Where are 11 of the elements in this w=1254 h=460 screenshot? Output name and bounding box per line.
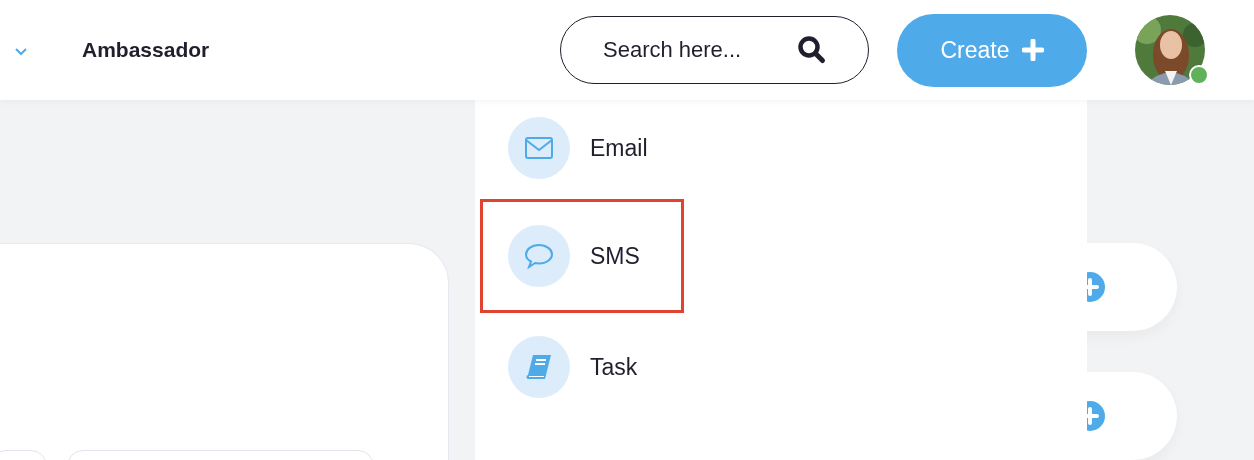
plus-icon <box>1021 39 1044 61</box>
speech-bubble-icon <box>524 243 554 269</box>
page-title: Ambassador <box>82 38 210 62</box>
search-field[interactable]: Search here... <box>560 16 869 84</box>
menu-item[interactable]: Task <box>508 310 1108 424</box>
highlighted-menu-item[interactable]: SMS <box>483 202 681 310</box>
book-icon <box>525 353 553 381</box>
search-icon[interactable] <box>797 35 827 65</box>
chevron-down-icon[interactable] <box>14 46 28 56</box>
menu-item[interactable]: Email <box>508 100 1108 196</box>
envelope-icon <box>524 136 554 160</box>
